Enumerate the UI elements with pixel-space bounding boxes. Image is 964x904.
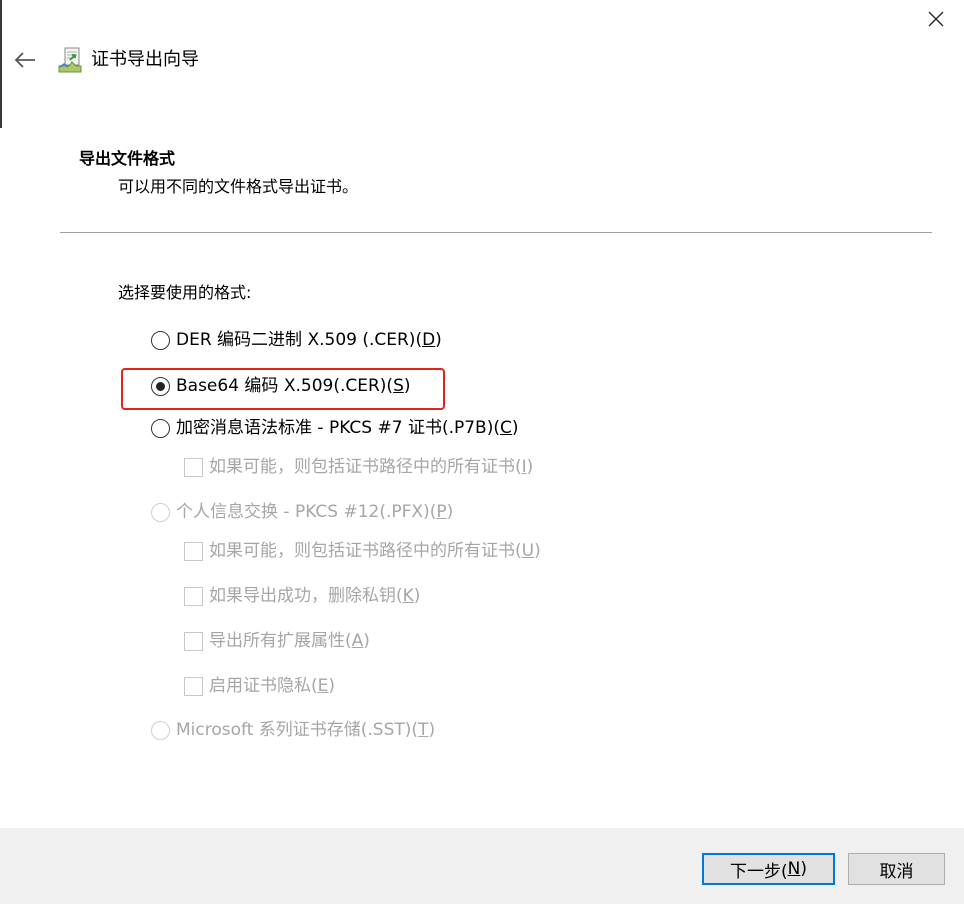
close-button[interactable] — [918, 4, 954, 34]
checkbox-pfx-include-chain[interactable]: 如果可能，则包括证书路径中的所有证书(U) — [184, 539, 541, 563]
next-button[interactable]: 下一步(N) — [702, 853, 835, 885]
radio-der-format[interactable]: DER 编码二进制 X.509 (.CER)(D) — [151, 328, 442, 352]
close-icon — [928, 11, 944, 27]
checkbox-pfx-delete-key[interactable]: 如果导出成功，删除私钥(K) — [184, 584, 420, 608]
radio-base64-label: Base64 编码 X.509(.CER)(S) — [176, 376, 411, 396]
radio-der-indicator[interactable] — [151, 330, 170, 350]
checkbox-pfx-delete-key-label: 如果导出成功，删除私钥(K) — [209, 586, 421, 606]
checkbox-pfx-privacy[interactable]: 启用证书隐私(E) — [184, 674, 335, 698]
checkbox-pfx-include-chain-box[interactable] — [184, 541, 203, 561]
cancel-button[interactable]: 取消 — [848, 853, 945, 885]
checkbox-pkcs7-include-chain-box[interactable] — [184, 457, 203, 477]
checkbox-pkcs7-include-chain-label: 如果可能，则包括证书路径中的所有证书(I) — [209, 457, 534, 477]
back-button[interactable] — [8, 44, 42, 76]
window-left-edge — [0, 0, 2, 128]
checkbox-pfx-export-props[interactable]: 导出所有扩展属性(A) — [184, 629, 370, 653]
checkbox-pfx-include-chain-label: 如果可能，则包括证书路径中的所有证书(U) — [209, 541, 541, 561]
radio-pkcs7-label: 加密消息语法标准 - PKCS #7 证书(.P7B)(C) — [176, 418, 519, 438]
checkbox-pfx-export-props-label: 导出所有扩展属性(A) — [209, 631, 370, 651]
radio-pkcs7-format[interactable]: 加密消息语法标准 - PKCS #7 证书(.P7B)(C) — [151, 416, 519, 440]
radio-base64-format[interactable]: Base64 编码 X.509(.CER)(S) — [151, 374, 411, 398]
section-description: 可以用不同的文件格式导出证书。 — [118, 177, 359, 196]
radio-pkcs7-indicator[interactable] — [151, 418, 170, 438]
radio-pfx-label: 个人信息交换 - PKCS #12(.PFX)(P) — [176, 502, 454, 522]
back-arrow-icon — [14, 52, 35, 68]
radio-pfx-indicator[interactable] — [151, 502, 170, 522]
wizard-title: 证书导出向导 — [91, 49, 199, 70]
section-title: 导出文件格式 — [79, 149, 176, 168]
header-divider — [60, 232, 932, 233]
checkbox-pfx-export-props-box[interactable] — [184, 631, 203, 651]
certificate-wizard-icon — [56, 46, 84, 74]
radio-der-label: DER 编码二进制 X.509 (.CER)(D) — [176, 330, 442, 350]
radio-sst-indicator[interactable] — [151, 720, 170, 740]
radio-base64-indicator[interactable] — [151, 376, 170, 396]
checkbox-pfx-privacy-label: 启用证书隐私(E) — [209, 676, 336, 696]
format-prompt: 选择要使用的格式: — [118, 283, 252, 302]
checkbox-pfx-privacy-box[interactable] — [184, 676, 203, 696]
radio-pfx-format[interactable]: 个人信息交换 - PKCS #12(.PFX)(P) — [151, 500, 453, 524]
checkbox-pfx-delete-key-box[interactable] — [184, 586, 203, 606]
checkbox-pkcs7-include-chain[interactable]: 如果可能，则包括证书路径中的所有证书(I) — [184, 455, 533, 479]
radio-sst-label: Microsoft 系列证书存储(.SST)(T) — [176, 720, 436, 740]
radio-sst-format[interactable]: Microsoft 系列证书存储(.SST)(T) — [151, 718, 435, 742]
